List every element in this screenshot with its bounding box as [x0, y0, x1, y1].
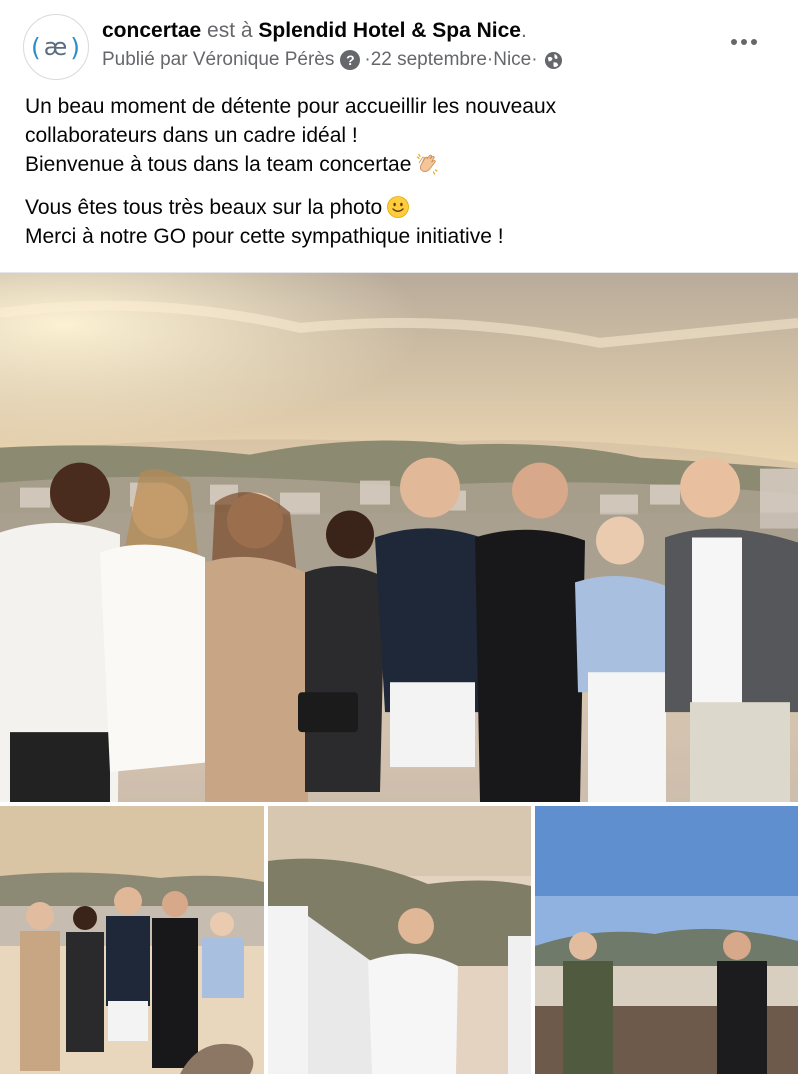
thumbnail-photo-3[interactable] — [535, 806, 798, 1074]
meta-separator: · — [531, 49, 538, 70]
smiling-face-icon — [386, 195, 410, 219]
paragraph-2: Vous êtes tous très beaux sur la photo M… — [25, 193, 775, 251]
post-date-link[interactable]: 22 septembre — [371, 48, 487, 72]
question-mark-icon[interactable]: ? — [340, 50, 361, 70]
text-line: collaborateurs dans un cadre idéal ! — [25, 124, 358, 147]
main-photo[interactable] — [0, 272, 798, 802]
post-meta: Publié par Véronique Pérès ? · 22 septem… — [102, 48, 563, 72]
text-line: Un beau moment de détente pour accueilli… — [25, 95, 557, 118]
title-connector: est à — [201, 19, 259, 42]
text-line: Merci à notre GO pour cette sympathique … — [25, 225, 504, 248]
post-body: Un beau moment de détente pour accueilli… — [25, 92, 775, 251]
title-period: . — [520, 19, 527, 42]
location-link[interactable]: Nice — [493, 48, 531, 72]
avatar-ae-glyph: æ — [43, 33, 69, 61]
post-title: concertae est à Splendid Hotel & Spa Nic… — [102, 18, 527, 44]
thumbnail-photo-2[interactable] — [268, 806, 531, 1074]
globe-icon[interactable] — [544, 51, 563, 70]
text-line: Bienvenue à tous dans la team concertae — [25, 153, 412, 176]
more-options-button[interactable] — [724, 28, 764, 56]
author-link[interactable]: concertae — [102, 19, 201, 42]
avatar-paren-close: ) — [70, 32, 82, 62]
clapping-hands-icon — [415, 152, 439, 176]
post-header: ( æ ) concertae est à Splendid Hotel & S… — [0, 0, 798, 90]
page-avatar[interactable]: ( æ ) — [23, 14, 89, 80]
published-by: Publié par Véronique Pérès — [102, 49, 335, 70]
paragraph-1: Un beau moment de détente pour accueilli… — [25, 92, 775, 179]
place-link[interactable]: Splendid Hotel & Spa Nice — [258, 19, 521, 42]
text-line: Vous êtes tous très beaux sur la photo — [25, 196, 383, 219]
thumbnail-photo-1[interactable] — [0, 806, 264, 1074]
more-horizontal-icon — [731, 39, 737, 45]
avatar-paren-open: ( — [30, 32, 42, 62]
